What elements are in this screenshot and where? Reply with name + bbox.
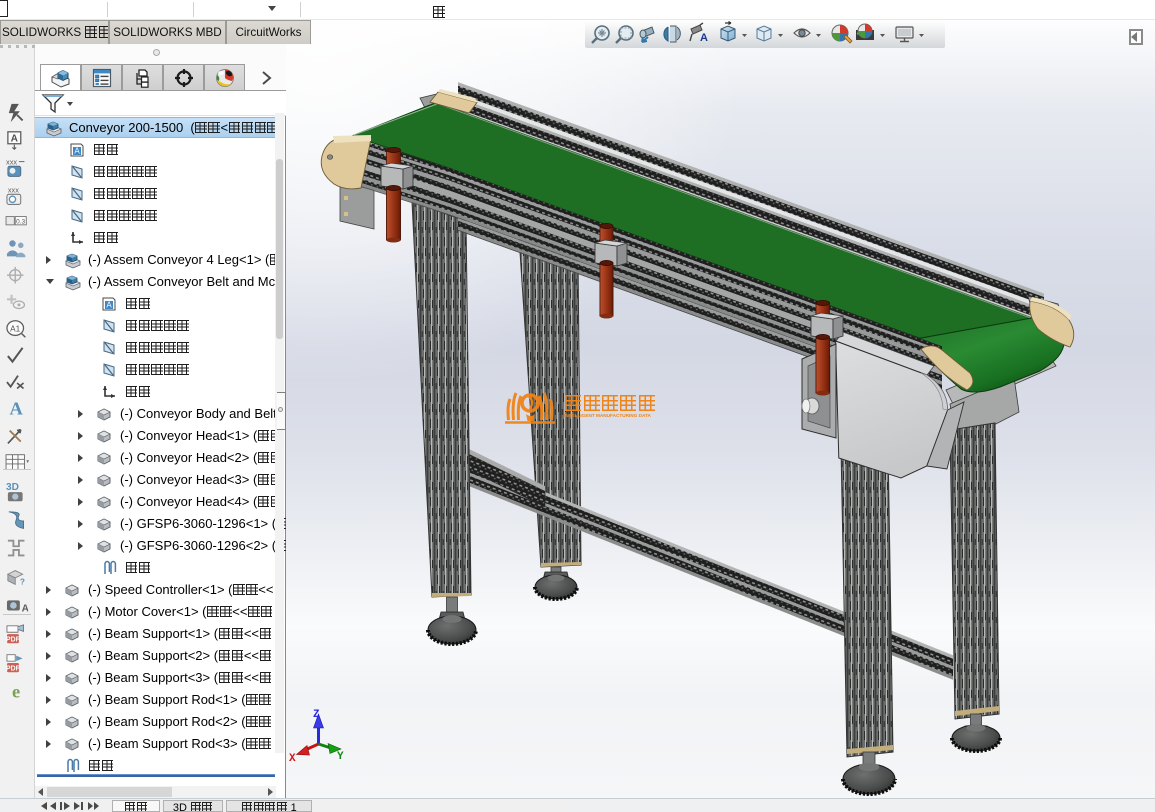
svg-text:e: e (12, 681, 20, 701)
svg-text:xxx: xxx (6, 157, 17, 166)
svg-text:A: A (10, 399, 24, 419)
svg-text:A: A (22, 603, 28, 614)
svg-text:?: ? (20, 577, 25, 586)
svg-text:A: A (74, 147, 80, 156)
svg-text:PDF: PDF (6, 636, 20, 643)
svg-text:A: A (11, 133, 19, 144)
svg-text:A: A (700, 32, 708, 44)
svg-text:0.3: 0.3 (16, 218, 25, 225)
svg-text:3D: 3D (6, 482, 19, 493)
svg-text:xxx: xxx (8, 185, 19, 194)
svg-text:A1: A1 (10, 324, 21, 333)
svg-text:PDF: PDF (6, 665, 20, 672)
svg-text:A: A (106, 301, 112, 310)
